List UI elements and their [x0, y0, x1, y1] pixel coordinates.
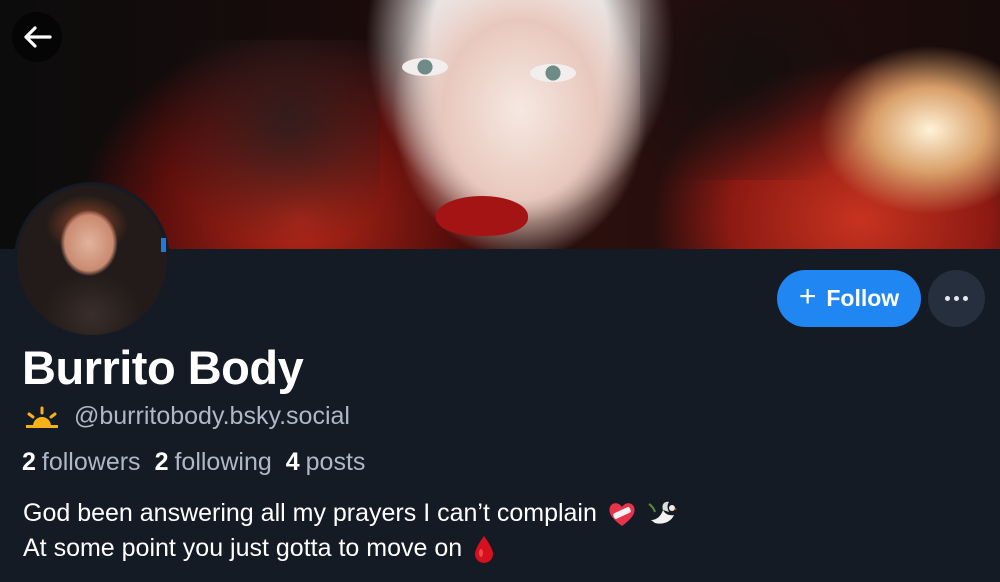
profile-stats: 2 followers 2 following 4 posts: [22, 448, 365, 477]
dove-icon: [648, 501, 677, 524]
posts-label: posts: [305, 448, 366, 476]
avatar[interactable]: [14, 182, 170, 338]
following-count: 2: [154, 448, 169, 476]
arrow-left-icon: [24, 26, 52, 48]
sunrise-icon: [26, 406, 58, 428]
plus-icon: +: [798, 280, 817, 313]
blood-drop-icon: [475, 535, 494, 563]
handle-row: @burritobody.bsky.social: [24, 402, 350, 431]
bio-line: At some point you just gotta to move on: [23, 531, 677, 566]
more-options-button[interactable]: [928, 270, 985, 327]
follow-button[interactable]: + Follow: [777, 270, 921, 327]
posts-count: 4: [285, 448, 300, 476]
banner-lace-glove-left: [150, 40, 380, 240]
profile-bio: God been answering all my prayers I can’…: [23, 496, 677, 566]
following-label: following: [174, 448, 272, 476]
followers-count: 2: [22, 448, 36, 476]
bio-line-1-text: God been answering all my prayers I can’…: [23, 499, 597, 527]
banner-eye-left: [402, 58, 448, 76]
mending-heart-icon: [609, 502, 635, 526]
bio-line-2-text: At some point you just gotta to move on: [23, 534, 463, 562]
display-name: Burrito Body: [22, 341, 304, 394]
bio-line: God been answering all my prayers I can’…: [23, 496, 677, 531]
banner-eye-right: [530, 64, 576, 82]
handle[interactable]: @burritobody.bsky.social: [74, 402, 350, 431]
banner-lips: [436, 196, 528, 236]
followers-stat[interactable]: 2 followers: [22, 448, 141, 477]
followers-label: followers: [41, 448, 141, 476]
follow-label: Follow: [826, 285, 900, 311]
more-dots-icon: [945, 296, 968, 301]
avatar-edge-mark: [161, 238, 166, 252]
following-stat[interactable]: 2 following: [155, 448, 272, 477]
posts-stat: 4 posts: [286, 448, 366, 477]
back-button[interactable]: [12, 12, 62, 62]
banner-lace-glove-right: [640, 0, 900, 180]
